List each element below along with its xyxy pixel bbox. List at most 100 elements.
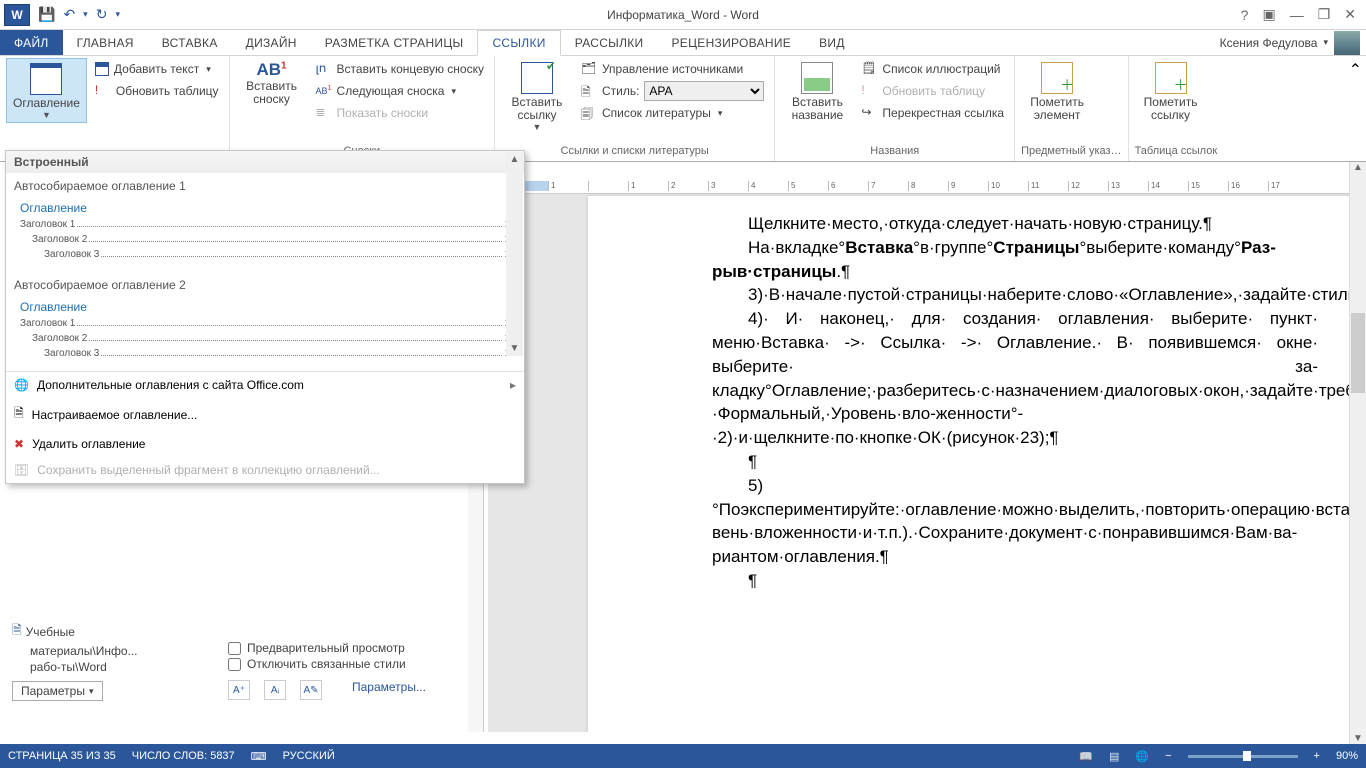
custom-toc-button[interactable]: 🗎Настраиваемое оглавление... [6, 398, 524, 431]
tab-view[interactable]: ВИД [805, 30, 859, 55]
tab-review[interactable]: РЕЦЕНЗИРОВАНИЕ [657, 30, 805, 55]
scrollbar-thumb[interactable] [1351, 313, 1365, 393]
save-icon[interactable]: 💾 [38, 6, 55, 23]
body-text[interactable]: рыв·страницы.¶ [712, 260, 1318, 284]
manage-styles-icon[interactable]: A✎ [300, 680, 322, 700]
body-text[interactable]: Щелкните·место,·откуда·следует·начать·но… [712, 212, 1318, 236]
body-text[interactable]: 4)· И· наконец,· для· создания· оглавлен… [712, 307, 1318, 450]
zoom-slider[interactable] [1188, 755, 1298, 758]
save-selection-toc-button: 🗄Сохранить выделенный фрагмент в коллекц… [6, 457, 524, 483]
tab-references[interactable]: ССЫЛКИ [477, 30, 560, 56]
status-bar: СТРАНИЦА 35 ИЗ 35 ЧИСЛО СЛОВ: 5837 ⌨ РУС… [0, 744, 1366, 768]
new-style-icon[interactable]: A⁺ [228, 680, 250, 700]
help-icon[interactable]: ? [1241, 7, 1249, 23]
horizontal-ruler: 2 11234567891011121314151617 [488, 178, 1354, 194]
body-text[interactable]: ¶ [712, 450, 1318, 474]
tab-layout[interactable]: РАЗМЕТКА СТРАНИЦЫ [311, 30, 478, 55]
update-icon: ! [861, 83, 877, 99]
ribbon-display-icon[interactable]: ▣ [1262, 6, 1275, 23]
account-area[interactable]: Ксения Федулова ▾ [1220, 30, 1366, 55]
toc-label: Оглавление [13, 97, 80, 110]
chevron-down-icon: ▾ [89, 686, 94, 697]
window-buttons: ? ▣ — ❐ ✕ [1241, 6, 1366, 23]
cross-reference-button[interactable]: ↪Перекрестная ссылка [857, 102, 1008, 124]
word-doc-icon: 🗎 [12, 621, 22, 642]
scroll-down-icon[interactable]: ▼ [1353, 733, 1363, 744]
bibliography-button[interactable]: 🗐Список литературы▾ [577, 102, 768, 124]
tab-mailings[interactable]: РАССЫЛКИ [561, 30, 658, 55]
next-footnote-icon: AB1 [316, 83, 332, 99]
more-toc-office-button[interactable]: 🌐Дополнительные оглавления с сайта Offic… [6, 372, 524, 398]
minimize-icon[interactable]: — [1290, 7, 1304, 23]
maximize-icon[interactable]: ❐ [1318, 6, 1331, 23]
style-inspector-icon[interactable]: Aᵢ [264, 680, 286, 700]
crossref-icon: ↪ [861, 105, 877, 121]
insert-citation-button[interactable]: ✔ Вставить ссылку ▼ [501, 58, 573, 134]
styles-pane-footer: Предварительный просмотр Отключить связа… [228, 640, 426, 700]
language-icon[interactable]: ⌨ [251, 750, 267, 763]
scroll-up-icon[interactable]: ▲ [510, 152, 520, 167]
zoom-out-button[interactable]: − [1165, 750, 1171, 762]
insert-caption-button[interactable]: Вставить название [781, 58, 853, 124]
chevron-down-icon: ▼ [42, 110, 51, 120]
citation-style-select[interactable]: 🗎Стиль: APA [577, 80, 768, 102]
close-icon[interactable]: ✕ [1344, 6, 1356, 23]
mark-entry-button[interactable]: ＋ Пометить элемент [1021, 58, 1093, 124]
toc-option-title: Автособираемое оглавление 2 [14, 278, 516, 292]
group-captions-label: Названия [781, 145, 1008, 161]
scroll-down-icon[interactable]: ▼ [510, 341, 520, 356]
word-count[interactable]: ЧИСЛО СЛОВ: 5837 [132, 750, 235, 762]
read-mode-icon[interactable]: 📖 [1079, 750, 1093, 763]
office-icon: 🌐 [14, 378, 29, 392]
zoom-in-button[interactable]: + [1314, 750, 1320, 762]
page[interactable]: Щелкните·место,·откуда·следует·начать·но… [588, 196, 1354, 732]
parameters-button[interactable]: Параметры▾ [12, 681, 103, 701]
add-text-button[interactable]: Добавить текст▾ [91, 58, 223, 80]
insert-footnote-button[interactable]: AB1 Вставить сноску [236, 58, 308, 108]
toc-option-auto1[interactable]: Автособираемое оглавление 1 Оглавление З… [6, 173, 524, 272]
document-area[interactable]: 2 11234567891011121314151617 Щелкните·ме… [488, 178, 1354, 732]
redo-icon[interactable]: ↻ [96, 6, 108, 23]
group-citations-label: Ссылки и списки литературы [501, 145, 768, 161]
print-layout-icon[interactable]: ▤ [1109, 750, 1119, 763]
table-of-figures-button[interactable]: 🗒Список иллюстраций [857, 58, 1008, 80]
toc-option-auto2[interactable]: Автособираемое оглавление 2 Оглавление З… [6, 272, 524, 371]
body-text[interactable]: 5)°Поэкспериментируйте:·оглавление·можно… [712, 474, 1318, 569]
tab-design[interactable]: ДИЗАЙН [232, 30, 311, 55]
scroll-up-icon[interactable]: ▲ [1353, 162, 1363, 173]
style-dropdown[interactable]: APA [644, 81, 764, 101]
collapse-ribbon-icon[interactable]: ⌃ [1349, 56, 1366, 161]
mark-citation-button[interactable]: ＋ Пометить ссылку [1135, 58, 1207, 124]
qat-more-icon[interactable]: ▾ [83, 9, 88, 20]
qat-customize-icon[interactable]: ▾ [115, 9, 120, 20]
body-text[interactable]: На·вкладке°Вставка°в·группе°Страницы°выб… [712, 236, 1318, 260]
tab-home[interactable]: ГЛАВНАЯ [63, 30, 148, 55]
body-text[interactable]: 3)·В·начале·пустой·страницы·наберите·сло… [712, 283, 1318, 307]
tab-insert[interactable]: ВСТАВКА [148, 30, 232, 55]
toc-builtin-header: Встроенный [6, 151, 524, 173]
user-avatar[interactable] [1334, 31, 1360, 55]
language-status[interactable]: РУССКИЙ [283, 750, 335, 762]
page-count[interactable]: СТРАНИЦА 35 ИЗ 35 [8, 750, 116, 762]
toc-gallery-dropdown: Встроенный Автособираемое оглавление 1 О… [5, 150, 525, 484]
styles-options-link[interactable]: Параметры... [352, 680, 426, 700]
undo-icon[interactable]: ↶ [63, 6, 75, 23]
chevron-down-icon: ▾ [1323, 37, 1328, 48]
toc-button[interactable]: Оглавление ▼ [6, 58, 87, 123]
ribbon-references: Оглавление ▼ Добавить текст▾ !Обновить т… [0, 56, 1366, 162]
preview-checkbox[interactable]: Предварительный просмотр [228, 640, 426, 656]
group-citations: ✔ Вставить ссылку ▼ 🗂Управление источник… [495, 56, 775, 161]
manage-sources-button[interactable]: 🗂Управление источниками [577, 58, 768, 80]
update-toc-button[interactable]: !Обновить таблицу [91, 80, 223, 102]
custom-toc-icon: 🗎 [14, 404, 24, 425]
insert-endnote-button[interactable]: լոВставить концевую сноску [312, 58, 488, 80]
gallery-scrollbar[interactable]: ▲▼ [506, 152, 523, 356]
disable-linked-checkbox[interactable]: Отключить связанные стили [228, 656, 426, 672]
body-text[interactable]: ¶ [712, 569, 1318, 593]
zoom-level[interactable]: 90% [1336, 750, 1358, 762]
next-footnote-button[interactable]: AB1Следующая сноска▾ [312, 80, 488, 102]
web-layout-icon[interactable]: 🌐 [1135, 750, 1149, 763]
vertical-scrollbar[interactable]: ▲ ▼ [1349, 162, 1366, 744]
remove-toc-button[interactable]: ✖Удалить оглавление [6, 431, 524, 457]
tab-file[interactable]: ФАЙЛ [0, 30, 63, 55]
